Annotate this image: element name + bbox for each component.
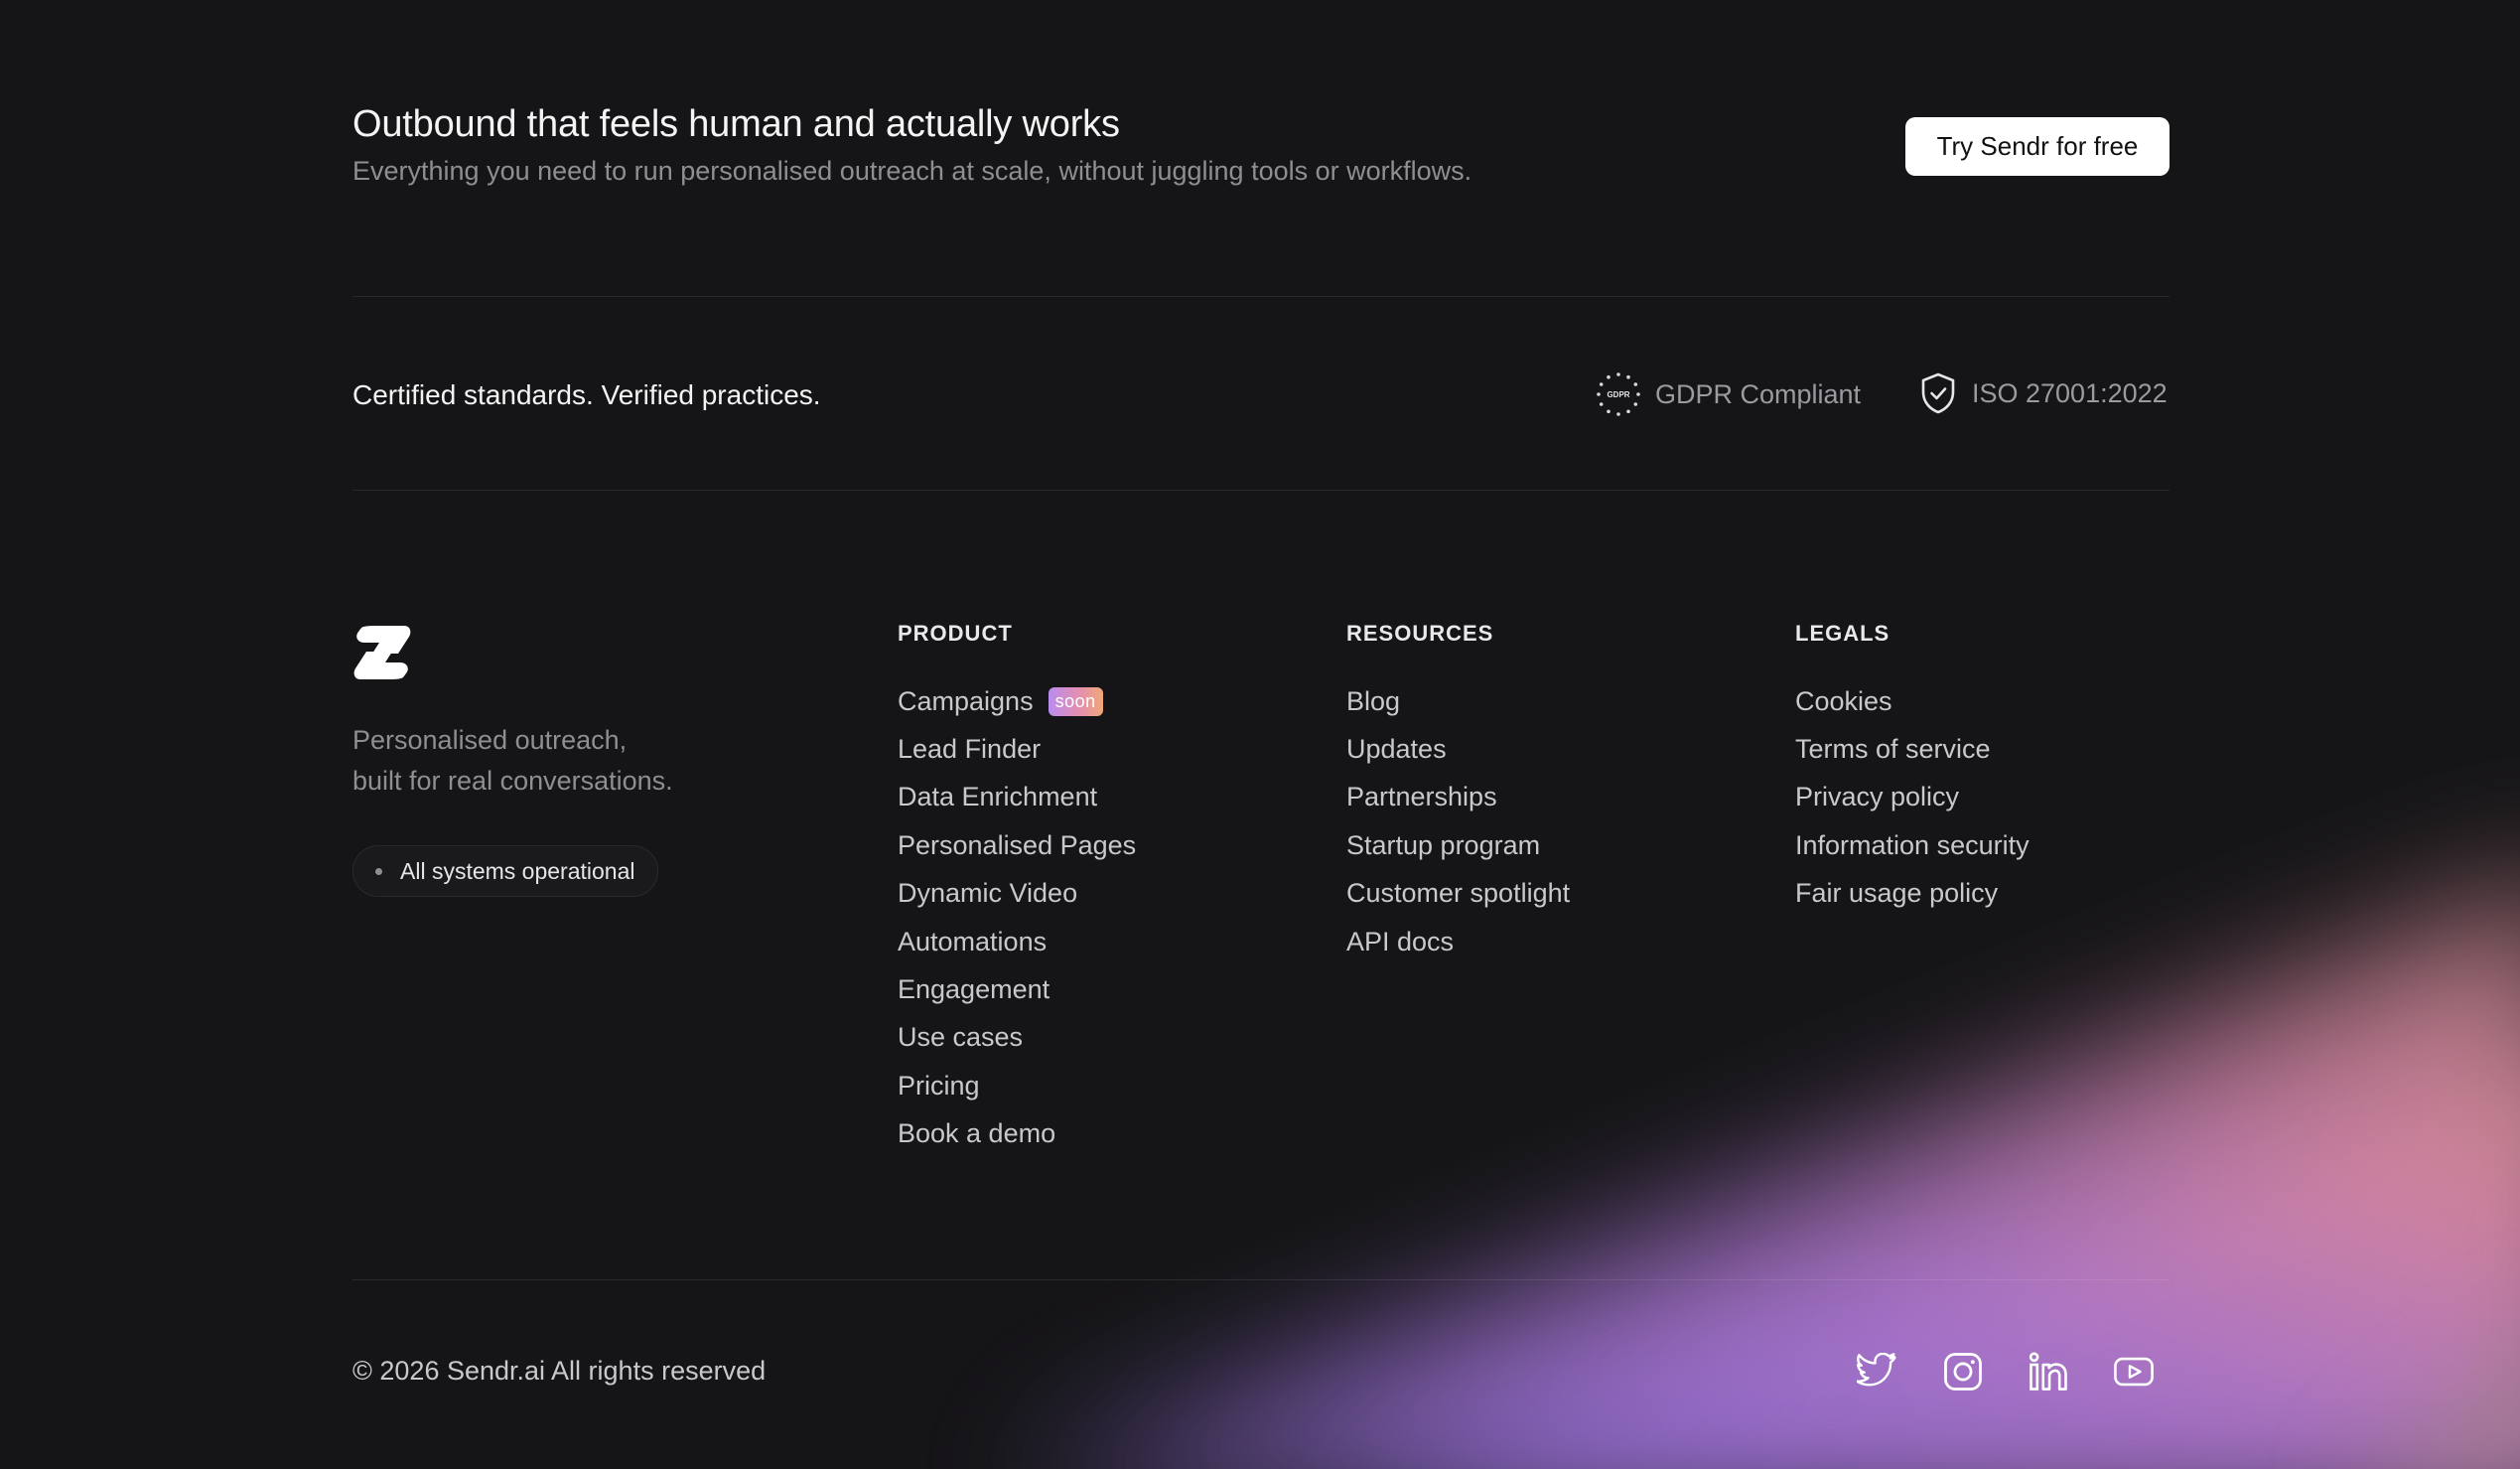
product-link-pricing[interactable]: Pricing	[898, 1062, 1136, 1109]
brand-tagline: Personalised outreach, built for real co…	[352, 720, 770, 802]
tagline-line-1: Personalised outreach,	[352, 725, 628, 755]
gdpr-badge: GDPR GDPR Compliant	[1596, 371, 1861, 417]
legals-link-terms[interactable]: Terms of service	[1795, 725, 2030, 773]
copyright-text: © 2026 Sendr.ai All rights reserved	[352, 1356, 767, 1386]
resources-column: RESOURCES Blog Updates Partnerships Star…	[1346, 621, 1570, 965]
product-link-automations[interactable]: Automations	[898, 918, 1136, 965]
try-free-button[interactable]: Try Sendr for free	[1905, 117, 2170, 176]
product-link-book-a-demo[interactable]: Book a demo	[898, 1110, 1136, 1158]
product-link-personalised-pages[interactable]: Personalised Pages	[898, 821, 1136, 869]
legals-link-cookies[interactable]: Cookies	[1795, 677, 2030, 725]
youtube-icon[interactable]	[2113, 1351, 2155, 1393]
gdpr-icon-text: GDPR	[1607, 390, 1629, 399]
resources-link-customer-spotlight[interactable]: Customer spotlight	[1346, 870, 1570, 918]
legals-link-privacy[interactable]: Privacy policy	[1795, 774, 2030, 821]
resources-link-partnerships[interactable]: Partnerships	[1346, 774, 1570, 821]
product-link-engagement[interactable]: Engagement	[898, 965, 1136, 1013]
resources-link-blog[interactable]: Blog	[1346, 677, 1570, 725]
legals-link-information-security[interactable]: Information security	[1795, 821, 2030, 869]
product-link-dynamic-video[interactable]: Dynamic Video	[898, 870, 1136, 918]
status-text: All systems operational	[400, 857, 635, 884]
certifications-section: Certified standards. Verified practices.…	[352, 367, 2170, 417]
divider-top	[352, 296, 2170, 297]
instagram-icon[interactable]	[1942, 1351, 1984, 1393]
product-column: PRODUCT Campaigns soon Lead Finder Data E…	[898, 621, 1136, 1158]
product-link-campaigns[interactable]: Campaigns soon	[898, 677, 1136, 725]
footer-page: Outbound that feels human and actually w…	[0, 0, 2520, 1469]
resources-link-updates[interactable]: Updates	[1346, 725, 1570, 773]
certifications-title: Certified standards. Verified practices.	[352, 379, 821, 410]
social-links	[1857, 1351, 2155, 1393]
resources-link-startup-program[interactable]: Startup program	[1346, 821, 1570, 869]
cta-section: Outbound that feels human and actually w…	[352, 99, 2170, 209]
product-heading: PRODUCT	[898, 621, 1013, 646]
linkedin-icon[interactable]	[2028, 1351, 2069, 1393]
legals-column: LEGALS Cookies Terms of service Privacy …	[1795, 621, 2030, 918]
resources-link-api-docs[interactable]: API docs	[1346, 918, 1570, 965]
divider-bottom	[352, 1279, 2170, 1280]
iso-badge: ISO 27001:2022	[1918, 371, 2168, 415]
status-badge[interactable]: All systems operational	[352, 845, 658, 897]
shield-check-icon	[1921, 372, 1955, 414]
legals-link-fair-usage[interactable]: Fair usage policy	[1795, 870, 2030, 918]
tagline-line-2: built for real conversations.	[352, 766, 673, 796]
twitter-icon[interactable]	[1857, 1351, 1898, 1393]
product-link-use-cases[interactable]: Use cases	[898, 1014, 1136, 1062]
divider-middle	[352, 490, 2170, 491]
product-link-data-enrichment[interactable]: Data Enrichment	[898, 774, 1136, 821]
resources-heading: RESOURCES	[1346, 621, 1494, 646]
sendr-logo[interactable]	[352, 624, 412, 681]
gdpr-label: GDPR Compliant	[1655, 378, 1862, 409]
gdpr-icon: GDPR	[1597, 372, 1640, 416]
status-dot-icon	[375, 867, 382, 875]
product-link-lead-finder[interactable]: Lead Finder	[898, 725, 1136, 773]
legals-heading: LEGALS	[1795, 621, 1890, 646]
soon-badge: soon	[1048, 686, 1103, 716]
cta-title: Outbound that feels human and actually w…	[352, 103, 1120, 145]
cta-subtitle: Everything you need to run personalised …	[352, 156, 1472, 186]
iso-label: ISO 27001:2022	[1972, 377, 2168, 408]
